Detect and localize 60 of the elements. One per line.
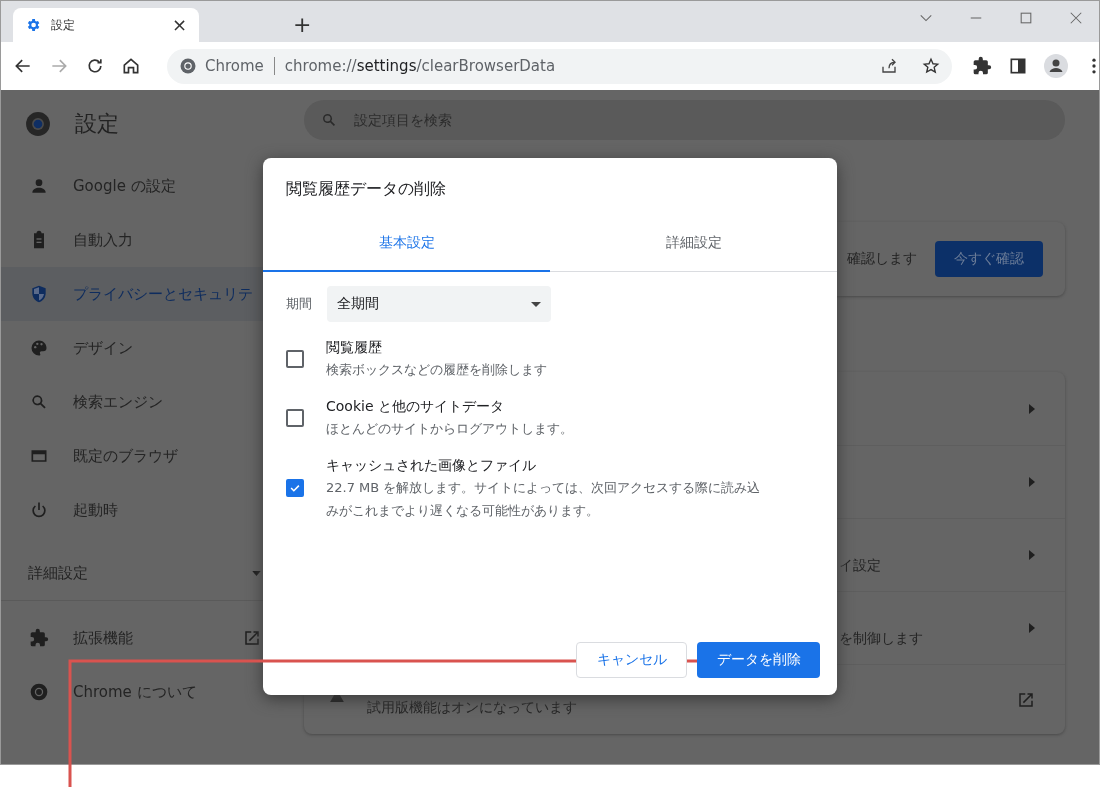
check-now-button[interactable]: 今すぐ確認 — [935, 241, 1043, 277]
home-icon[interactable] — [121, 56, 141, 76]
option-title: Cookie と他のサイトデータ — [326, 397, 505, 416]
advanced-section-toggle[interactable]: 詳細設定 — [1, 546, 301, 600]
option-title: 閲覧履歴 — [326, 338, 383, 357]
palette-icon — [29, 338, 49, 358]
external-link-icon[interactable] — [1017, 690, 1035, 709]
checkbox[interactable] — [286, 349, 304, 368]
search-icon — [320, 111, 338, 129]
dialog-tab[interactable]: 詳細設定 — [550, 216, 837, 272]
chevron-right-icon[interactable] — [1029, 403, 1035, 414]
period-dropdown[interactable]: 全期間 — [327, 286, 551, 322]
option-description: ほとんどのサイトからログアウトします。 — [326, 420, 573, 438]
sidebar-item[interactable]: デザイン — [1, 321, 301, 375]
chrome-logo-icon — [25, 111, 51, 137]
tab-title: 設定 — [51, 16, 76, 34]
address-bar[interactable]: Chrome chrome://settings/clearBrowserData — [167, 48, 952, 84]
sidebar-item[interactable]: 拡張機能 — [1, 611, 301, 665]
puzzle-icon[interactable] — [972, 56, 992, 76]
close-icon[interactable] — [1069, 11, 1083, 25]
page-title: 設定 — [75, 110, 119, 138]
dialog-tab[interactable]: 基本設定 — [263, 216, 550, 272]
new-tab-button[interactable]: + — [293, 14, 312, 36]
checkbox[interactable] — [286, 408, 304, 427]
option-title: キャッシュされた画像とファイル — [326, 456, 537, 475]
url-text: chrome://settings/clearBrowserData — [284, 57, 556, 75]
chrome-icon — [179, 57, 197, 75]
caret-icon — [252, 570, 261, 576]
dialog-title: 閲覧履歴データの削除 — [285, 178, 447, 200]
setting-row-text: イ設定 — [839, 557, 881, 575]
chrome-icon — [29, 682, 49, 702]
option-description: 22.7 MB を解放します。サイトによっては、次回アクセスする際に読み込みがこれまでより遅くなる可能性があります。 — [326, 479, 762, 520]
sidebar-item[interactable]: 検索エンジン — [1, 375, 301, 429]
browser-tab[interactable]: 設定 × — [13, 8, 199, 42]
person-icon — [29, 176, 49, 196]
sidebar-item[interactable]: 起動時 — [1, 483, 301, 537]
setting-row-text: を制御します — [839, 630, 923, 648]
gear-icon — [25, 17, 41, 33]
close-icon[interactable]: × — [171, 16, 187, 34]
caret-icon — [531, 301, 541, 307]
shield-icon — [29, 284, 49, 304]
sidebar-item[interactable]: 既定のブラウザ — [1, 429, 301, 483]
chevron-right-icon[interactable] — [1029, 477, 1035, 487]
checkbox[interactable] — [286, 479, 304, 497]
reload-icon[interactable] — [85, 56, 105, 76]
puzzle-icon — [29, 628, 49, 648]
chevron-right-icon[interactable] — [1029, 550, 1035, 560]
maximize-icon[interactable] — [1019, 11, 1033, 25]
power-icon — [29, 500, 49, 520]
star-icon[interactable] — [922, 57, 940, 75]
site-label: Chrome — [205, 57, 264, 75]
share-icon[interactable] — [880, 57, 898, 75]
cancel-button[interactable]: キャンセル — [576, 642, 687, 678]
side-panel-icon[interactable] — [1008, 56, 1028, 76]
chevron-right-icon[interactable] — [1029, 623, 1035, 633]
sidebar-item[interactable]: Chrome について — [1, 665, 301, 719]
delete-data-button[interactable]: データを削除 — [697, 642, 820, 678]
safety-check-text: 確認します — [847, 250, 917, 268]
option-description: 検索ボックスなどの履歴を削除します — [326, 361, 547, 379]
avatar-icon[interactable] — [1044, 54, 1068, 78]
